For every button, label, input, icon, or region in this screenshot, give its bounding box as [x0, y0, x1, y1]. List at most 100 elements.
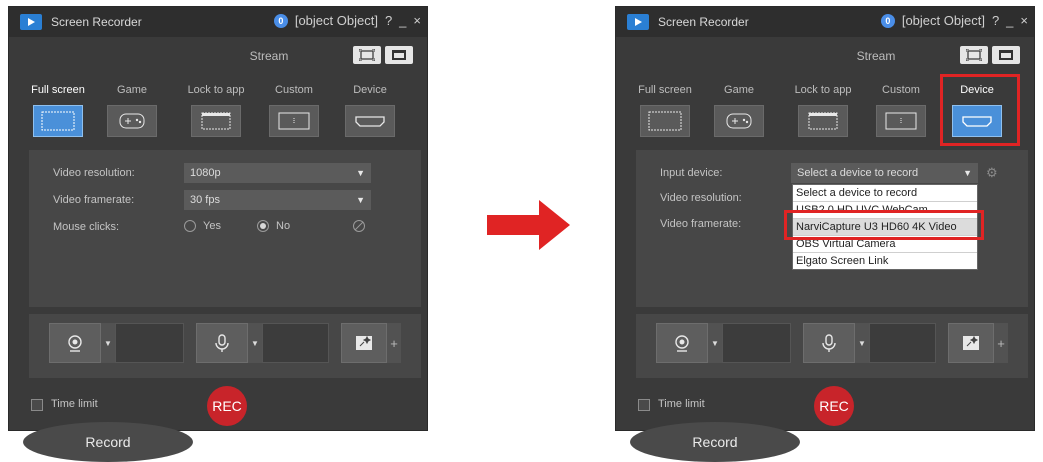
microphone-button[interactable]: [196, 323, 248, 363]
mode-custom[interactable]: Custom: [872, 83, 930, 137]
tab-record[interactable]: Record: [630, 422, 800, 462]
device-mode-highlight: [940, 74, 1020, 146]
dropdown-arrow-icon: ▼: [356, 195, 365, 205]
video-resolution-label: Video resolution:: [660, 192, 742, 204]
webcam-button[interactable]: [656, 323, 708, 363]
dropdown-arrow-icon: ▼: [251, 338, 259, 348]
video-framerate-label: Video framerate:: [660, 218, 742, 230]
record-button[interactable]: REC: [814, 386, 854, 426]
microphone-dropdown[interactable]: ▼: [855, 323, 869, 363]
minimize-icon[interactable]: _: [399, 13, 406, 29]
lock-to-app-icon: [201, 112, 231, 130]
webcam-icon: [68, 335, 82, 352]
help-icon[interactable]: ?: [992, 13, 999, 29]
video-framerate-label: Video framerate:: [53, 194, 135, 206]
settings-gear-icon[interactable]: [object Object]: [295, 13, 378, 29]
time-limit-label: Time limit: [51, 398, 98, 410]
no-label: No: [276, 220, 291, 232]
hdmi-device-icon: [355, 116, 385, 127]
disabled-cursor-icon[interactable]: [352, 219, 366, 233]
screen-recorder-window-before: Screen Recorder 0 [object Object] ? _ × …: [8, 6, 428, 462]
custom-region-icon: [885, 112, 917, 130]
minimize-icon[interactable]: _: [1006, 13, 1013, 29]
effects-button[interactable]: [341, 323, 387, 363]
tab-stream[interactable]: Stream: [199, 43, 339, 69]
mode-full-screen[interactable]: Full screen: [29, 83, 87, 137]
video-framerate-dropdown[interactable]: 30 fps ▼: [184, 190, 371, 210]
dropdown-arrow-icon: ▼: [711, 338, 719, 348]
full-screen-icon: [648, 111, 682, 131]
window-mode-icon[interactable]: [385, 46, 413, 64]
mode-device[interactable]: Device: [341, 83, 399, 137]
lock-to-app-icon: [808, 112, 838, 130]
mouse-clicks-yes-radio[interactable]: [184, 220, 196, 232]
notification-badge[interactable]: 0: [880, 14, 895, 28]
record-button[interactable]: REC: [207, 386, 247, 426]
microphone-dropdown[interactable]: ▼: [248, 323, 262, 363]
help-icon[interactable]: ?: [385, 13, 392, 29]
full-screen-icon: [41, 111, 75, 131]
gamepad-icon: [726, 113, 752, 129]
add-effect-button[interactable]: +: [994, 323, 1008, 363]
microphone-level: [262, 323, 329, 363]
dropdown-arrow-icon: ▼: [963, 168, 972, 178]
mode-lock-to-app[interactable]: Lock to app: [786, 83, 860, 137]
microphone-button[interactable]: [803, 323, 855, 363]
webcam-preview: [722, 323, 791, 363]
dropdown-arrow-icon: ▼: [104, 338, 112, 348]
mode-game[interactable]: Game: [103, 83, 161, 137]
video-resolution-label: Video resolution:: [53, 167, 135, 179]
mode-custom[interactable]: Custom: [265, 83, 323, 137]
close-icon[interactable]: ×: [1020, 13, 1028, 29]
close-icon[interactable]: ×: [413, 13, 421, 29]
notification-badge[interactable]: 0: [273, 14, 288, 28]
device-option[interactable]: Elgato Screen Link: [793, 253, 977, 269]
add-effect-button[interactable]: +: [387, 323, 401, 363]
mode-full-screen[interactable]: Full screen: [636, 83, 694, 137]
device-settings-gear-icon[interactable]: ⚙: [986, 165, 998, 181]
input-device-dropdown[interactable]: Select a device to record ▼: [791, 163, 978, 183]
transition-arrow-icon: [487, 200, 570, 250]
custom-region-icon: [278, 112, 310, 130]
settings-gear-icon[interactable]: [object Object]: [902, 13, 985, 29]
screen-recorder-window-after: Screen Recorder 0 [object Object] ? _ × …: [615, 6, 1035, 462]
video-resolution-dropdown[interactable]: 1080p ▼: [184, 163, 371, 183]
window-mode-icon[interactable]: [992, 46, 1020, 64]
tab-record[interactable]: Record: [23, 422, 193, 462]
webcam-button[interactable]: [49, 323, 101, 363]
mouse-clicks-label: Mouse clicks:: [53, 221, 120, 233]
app-title: Screen Recorder: [658, 15, 749, 29]
time-limit-checkbox[interactable]: [638, 399, 650, 411]
microphone-icon: [822, 334, 836, 352]
title-bar: Screen Recorder 0 [object Object] ? _ ×: [616, 7, 1034, 37]
microphone-icon: [215, 334, 229, 352]
capture-controls: ▼ ▼ +: [636, 314, 1028, 378]
app-title: Screen Recorder: [51, 15, 142, 29]
time-limit-checkbox[interactable]: [31, 399, 43, 411]
tab-stream[interactable]: Stream: [806, 43, 946, 69]
title-bar: Screen Recorder 0 [object Object] ? _ ×: [9, 7, 427, 37]
webcam-dropdown[interactable]: ▼: [708, 323, 722, 363]
webcam-preview: [115, 323, 184, 363]
settings-panel: Input device: Select a device to record ▼…: [636, 150, 1028, 307]
fullscreen-capture-icon[interactable]: [960, 46, 988, 64]
effects-icon: [356, 335, 372, 350]
webcam-icon: [675, 335, 689, 352]
capture-mode-bar: Full screen Game Lock to app Custom Devi…: [29, 83, 419, 143]
yes-label: Yes: [203, 220, 221, 232]
gamepad-icon: [119, 113, 145, 129]
fullscreen-capture-icon[interactable]: [353, 46, 381, 64]
option-highlight: [784, 210, 984, 240]
mode-lock-to-app[interactable]: Lock to app: [179, 83, 253, 137]
app-logo-icon: [627, 14, 649, 30]
dropdown-arrow-icon: ▼: [858, 338, 866, 348]
effects-icon: [963, 335, 979, 350]
capture-controls: ▼ ▼ +: [29, 314, 421, 378]
dropdown-arrow-icon: ▼: [356, 168, 365, 178]
effects-button[interactable]: [948, 323, 994, 363]
device-option[interactable]: Select a device to record: [793, 185, 977, 202]
mouse-clicks-no-radio[interactable]: [257, 220, 269, 232]
webcam-dropdown[interactable]: ▼: [101, 323, 115, 363]
settings-panel: Video resolution: 1080p ▼ Video framerate…: [29, 150, 421, 307]
mode-game[interactable]: Game: [710, 83, 768, 137]
